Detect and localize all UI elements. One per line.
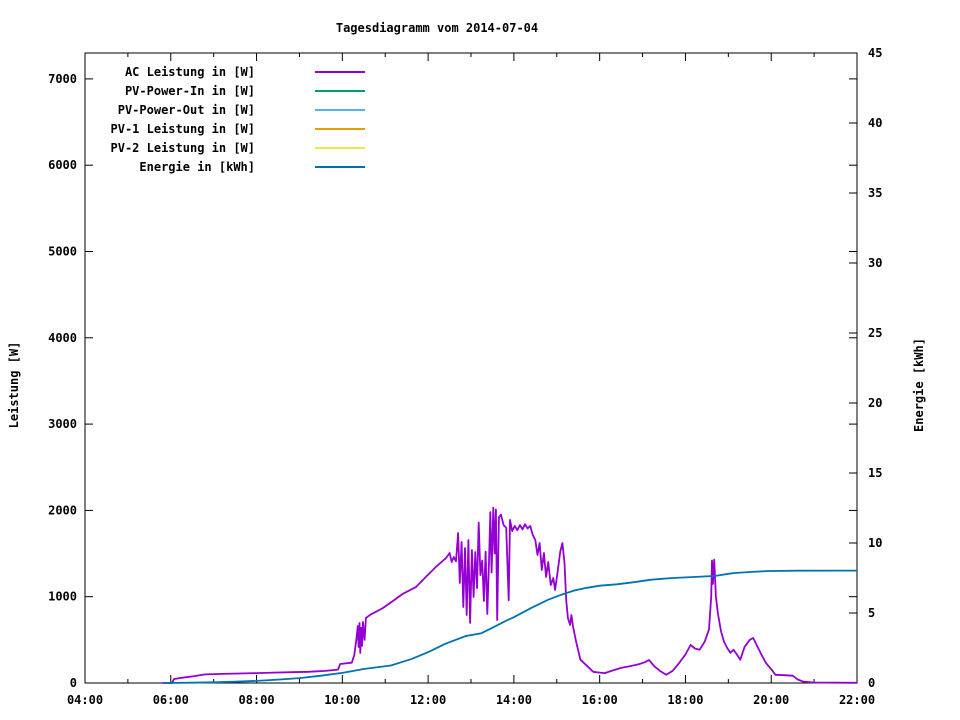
y-left-tick-label: 4000 <box>48 331 77 345</box>
x-tick-label: 08:00 <box>238 693 274 707</box>
y-left-tick-label: 1000 <box>48 590 77 604</box>
legend-label: PV-Power-Out in [W] <box>117 102 255 117</box>
legend-line-swatch <box>315 108 365 111</box>
legend-item: PV-2 Leistung in [W] <box>0 138 365 157</box>
legend-item: PV-Power-In in [W] <box>0 81 365 100</box>
legend-item: PV-1 Leistung in [W] <box>0 119 365 138</box>
x-tick-label: 04:00 <box>67 693 103 707</box>
legend-line-swatch <box>315 127 365 130</box>
y-right-tick-label: 5 <box>868 606 875 620</box>
legend-item: Energie in [kWh] <box>0 157 365 176</box>
legend-item: AC Leistung in [W] <box>0 62 365 81</box>
y-right-tick-label: 40 <box>868 116 882 130</box>
y-right-tick-label: 30 <box>868 256 882 270</box>
y-right-tick-label: 0 <box>868 676 875 690</box>
legend-line-swatch <box>315 89 365 92</box>
x-tick-label: 18:00 <box>667 693 703 707</box>
legend-label: Energie in [kWh] <box>139 159 255 174</box>
legend-line-swatch <box>315 70 365 73</box>
y-right-tick-label: 10 <box>868 536 882 550</box>
legend-label: AC Leistung in [W] <box>124 64 255 79</box>
legend-label: PV-Power-In in [W] <box>124 83 255 98</box>
legend-label: PV-1 Leistung in [W] <box>110 121 256 136</box>
y-right-tick-label: 15 <box>868 466 882 480</box>
daily-pv-chart: 04:00 06:00 08:00 10:00 12:00 14:00 16:00 18:00… <box>0 0 960 720</box>
y-left-tick-label: 5000 <box>48 244 77 258</box>
y-right-tick-label: 45 <box>868 46 882 60</box>
x-tick-label: 22:00 <box>839 693 875 707</box>
y-left-tick-label: 2000 <box>48 503 77 517</box>
x-tick-label: 14:00 <box>496 693 532 707</box>
x-tick-label: 10:00 <box>324 693 360 707</box>
y-right-ticks: 0 5 10 15 20 25 30 35 40 45 <box>849 46 882 690</box>
x-tick-label: 06:00 <box>153 693 189 707</box>
legend-line-swatch <box>315 146 365 149</box>
legend: AC Leistung in [W] PV-Power-In in [W] PV-P… <box>0 62 365 176</box>
y-left-tick-label: 3000 <box>48 417 77 431</box>
x-tick-label: 12:00 <box>410 693 446 707</box>
series-line-ac-leistung-in-w- <box>162 506 858 684</box>
y-right-tick-label: 25 <box>868 326 882 340</box>
x-tick-label: 16:00 <box>582 693 618 707</box>
y-right-tick-label: 35 <box>868 186 882 200</box>
legend-item: PV-Power-Out in [W] <box>0 100 365 119</box>
left-axis-title: Leistung [W] <box>7 341 21 429</box>
legend-label: PV-2 Leistung in [W] <box>110 140 256 155</box>
legend-line-swatch <box>315 165 365 168</box>
series-line-energie-in-kwh- <box>164 569 857 684</box>
y-right-tick-label: 20 <box>868 396 882 410</box>
right-axis-title: Energie [kWh] <box>912 338 926 432</box>
chart-title: Tagesdiagramm vom 2014-07-04 <box>335 21 539 35</box>
y-left-tick-label: 0 <box>70 676 77 690</box>
x-tick-label: 20:00 <box>753 693 789 707</box>
